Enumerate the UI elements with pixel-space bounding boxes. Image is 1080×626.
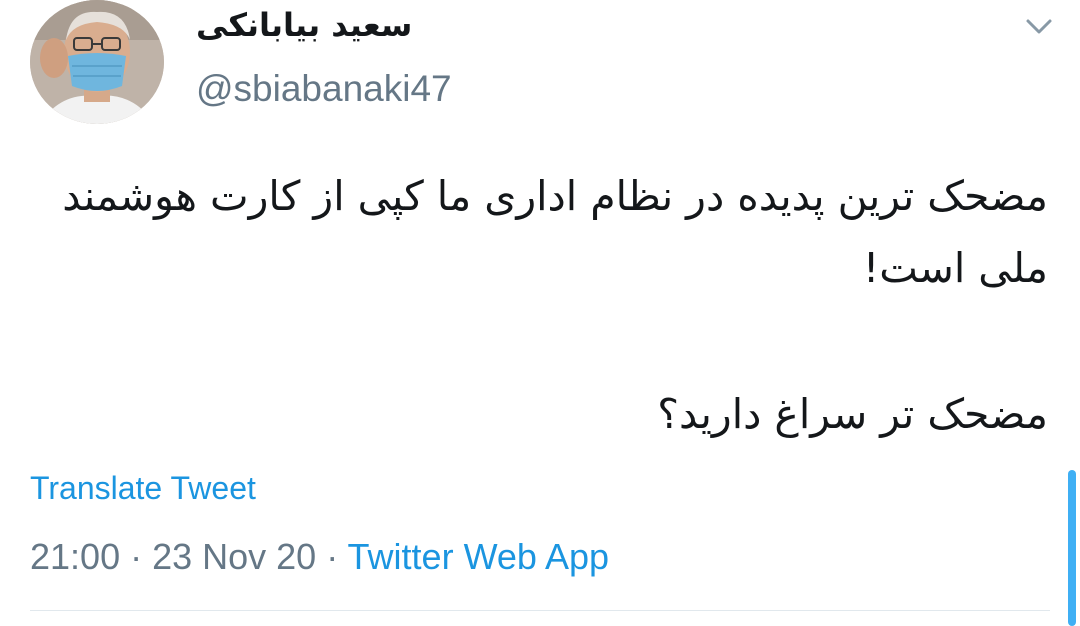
meta-separator: · xyxy=(316,536,348,577)
chevron-down-icon[interactable] xyxy=(1022,12,1056,40)
tweet-paragraph-2: مضحک تر سراغ دارید؟ xyxy=(657,390,1048,438)
avatar-photo xyxy=(30,0,164,124)
tweet-date[interactable]: 23 Nov 20 xyxy=(152,536,316,577)
tweet-card: سعید بیابانکی @sbiabanaki47 مضحک ترین پد… xyxy=(0,0,1080,626)
avatar[interactable] xyxy=(30,0,164,124)
translate-tweet-link[interactable]: Translate Tweet xyxy=(30,470,256,507)
scrollbar-thumb[interactable] xyxy=(1068,470,1076,626)
tweet-source-link[interactable]: Twitter Web App xyxy=(348,536,609,577)
tweet-time[interactable]: 21:00 xyxy=(30,536,120,577)
display-name[interactable]: سعید بیابانکی xyxy=(196,6,412,44)
divider xyxy=(30,610,1050,611)
tweet-text: مضحک ترین پدیده در نظام اداری ما کپی از … xyxy=(48,160,1048,450)
user-handle[interactable]: @sbiabanaki47 xyxy=(196,68,452,110)
meta-separator: · xyxy=(120,536,153,577)
tweet-meta: 21:00 · 23 Nov 20 · Twitter Web App xyxy=(30,536,609,578)
tweet-paragraph-1: مضحک ترین پدیده در نظام اداری ما کپی از … xyxy=(62,172,1048,292)
